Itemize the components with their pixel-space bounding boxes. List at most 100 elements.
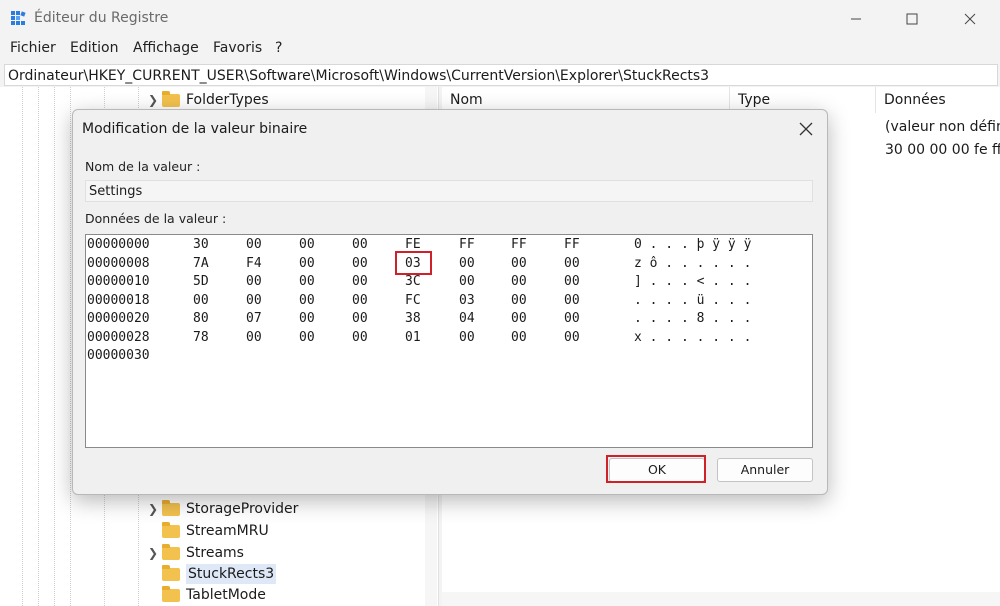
hex-ascii: 0 . . . þ ÿ ÿ ÿ <box>634 237 752 252</box>
hex-offset: 00000008 <box>87 255 150 271</box>
close-icon <box>799 122 813 136</box>
hex-byte[interactable]: 01 <box>405 329 421 347</box>
folder-icon <box>162 543 180 560</box>
hex-byte[interactable]: 00 <box>564 255 580 273</box>
hex-byte[interactable]: 00 <box>459 273 475 291</box>
minimize-button[interactable] <box>836 8 876 30</box>
chevron-right-icon[interactable]: ❯ <box>148 543 162 563</box>
dialog-title: Modification de la valeur binaire <box>82 121 308 137</box>
menu-favoris[interactable]: Favoris <box>213 40 262 56</box>
hex-byte[interactable]: 7A <box>193 255 209 273</box>
hex-byte[interactable]: 00 <box>511 255 527 273</box>
menu-help[interactable]: ? <box>275 40 282 56</box>
hex-byte[interactable]: 00 <box>352 329 368 347</box>
hex-byte[interactable]: 00 <box>511 273 527 291</box>
hex-byte[interactable]: 00 <box>511 292 527 310</box>
hex-byte[interactable]: 00 <box>246 292 262 310</box>
tree-item-tabletmode[interactable]: TabletMode <box>148 585 266 605</box>
hex-byte[interactable]: 00 <box>459 329 475 347</box>
hex-offset: 00000018 <box>87 292 150 308</box>
tree-item-label: TabletMode <box>186 587 266 603</box>
folder-icon <box>162 585 180 602</box>
hex-offset: 00000020 <box>87 311 150 326</box>
hex-byte[interactable]: 00 <box>299 292 315 310</box>
hex-byte[interactable]: 00 <box>564 329 580 347</box>
folder-icon <box>162 90 180 107</box>
tree-item-streammru[interactable]: StreamMRU <box>148 521 269 541</box>
tree-item-label: Streams <box>186 545 244 561</box>
hex-byte[interactable]: 00 <box>299 310 315 328</box>
title-bar: Éditeur du Registre <box>0 0 1000 38</box>
list-horizontal-scrollbar[interactable] <box>442 592 1000 606</box>
hex-byte[interactable]: 78 <box>193 329 209 347</box>
close-icon <box>964 13 976 25</box>
address-bar[interactable]: Ordinateur\HKEY_CURRENT_USER\Software\Mi… <box>4 64 998 86</box>
cancel-button[interactable]: Annuler <box>717 458 813 482</box>
edited-byte-highlight <box>395 251 432 275</box>
hex-byte[interactable]: 00 <box>564 273 580 291</box>
list-item-data[interactable]: 30 00 00 00 fe ff f <box>885 142 1000 158</box>
hex-byte[interactable]: 00 <box>352 255 368 273</box>
column-header-donnees[interactable]: Données <box>876 87 1000 113</box>
hex-byte[interactable]: 00 <box>352 310 368 328</box>
hex-offset: 00000000 <box>87 237 150 252</box>
tree-item-streams[interactable]: ❯ Streams <box>148 543 244 563</box>
menu-edition[interactable]: Edition <box>70 40 118 56</box>
hex-byte[interactable]: F4 <box>246 255 262 273</box>
hex-byte[interactable]: 00 <box>352 292 368 310</box>
hex-byte[interactable]: 00 <box>511 310 527 328</box>
hex-byte[interactable]: 3C <box>405 273 421 291</box>
hex-byte[interactable]: 00 <box>352 273 368 291</box>
hex-byte[interactable]: 00 <box>564 310 580 328</box>
hex-byte[interactable]: 00 <box>459 255 475 273</box>
hex-byte[interactable]: FC <box>405 292 421 310</box>
hex-byte[interactable]: 00 <box>511 329 527 347</box>
hex-byte[interactable]: 00 <box>564 292 580 310</box>
hex-byte[interactable]: 07 <box>246 310 262 328</box>
minimize-icon <box>851 18 861 20</box>
hex-byte[interactable]: 80 <box>193 310 209 328</box>
hex-offset: 00000030 <box>87 348 150 363</box>
registry-app-icon <box>11 11 26 25</box>
hex-byte[interactable]: 00 <box>299 329 315 347</box>
chevron-right-icon[interactable]: ❯ <box>148 499 162 519</box>
maximize-button[interactable] <box>892 8 932 30</box>
hex-byte[interactable]: 00 <box>299 236 315 254</box>
maximize-icon <box>906 13 918 25</box>
hex-byte[interactable]: FF <box>564 236 580 254</box>
hex-byte[interactable]: 00 <box>299 255 315 273</box>
value-name-label: Nom de la valeur : <box>85 159 201 174</box>
hex-byte[interactable]: 04 <box>459 310 475 328</box>
folder-icon <box>162 564 180 581</box>
hex-ascii: . . . . 8 . . . <box>634 311 752 326</box>
menu-fichier[interactable]: Fichier <box>10 40 56 56</box>
hex-byte[interactable]: 30 <box>193 236 209 254</box>
hex-byte[interactable]: 00 <box>299 273 315 291</box>
binary-value-dialog: Modification de la valeur binaire Nom de… <box>72 109 828 495</box>
hex-byte[interactable]: FF <box>511 236 527 254</box>
hex-byte[interactable]: 00 <box>246 273 262 291</box>
dialog-close-button[interactable] <box>795 118 817 140</box>
close-window-button[interactable] <box>950 8 990 30</box>
hex-byte[interactable]: 03 <box>459 292 475 310</box>
window-title: Éditeur du Registre <box>34 10 169 26</box>
list-item-data[interactable]: (valeur non défini <box>885 119 1000 135</box>
tree-item-label: StorageProvider <box>186 501 299 517</box>
folder-icon <box>162 521 180 538</box>
hex-byte[interactable]: 00 <box>193 292 209 310</box>
chevron-right-icon[interactable]: ❯ <box>148 90 162 110</box>
hex-byte[interactable]: 00 <box>246 329 262 347</box>
tree-item-storageprovider[interactable]: ❯ StorageProvider <box>148 499 298 519</box>
hex-byte[interactable]: FF <box>459 236 475 254</box>
hex-byte[interactable]: 5D <box>193 273 209 291</box>
menu-affichage[interactable]: Affichage <box>133 40 199 56</box>
hex-ascii: x . . . . . . . <box>634 329 752 345</box>
folder-icon <box>162 499 180 516</box>
tree-item-stuckrects3[interactable]: StuckRects3 <box>148 564 277 584</box>
tree-item-foldertypes[interactable]: ❯ FolderTypes <box>148 90 269 110</box>
hex-byte[interactable]: 38 <box>405 310 421 328</box>
hex-ascii: z ô . . . . . . <box>634 255 752 271</box>
hex-editor[interactable]: 00000000 30 00 00 00 FE FF FF FF 0 . . . þ ÿ ÿ ÿ0… <box>85 234 813 448</box>
hex-byte[interactable]: 00 <box>352 236 368 254</box>
hex-byte[interactable]: 00 <box>246 236 262 254</box>
